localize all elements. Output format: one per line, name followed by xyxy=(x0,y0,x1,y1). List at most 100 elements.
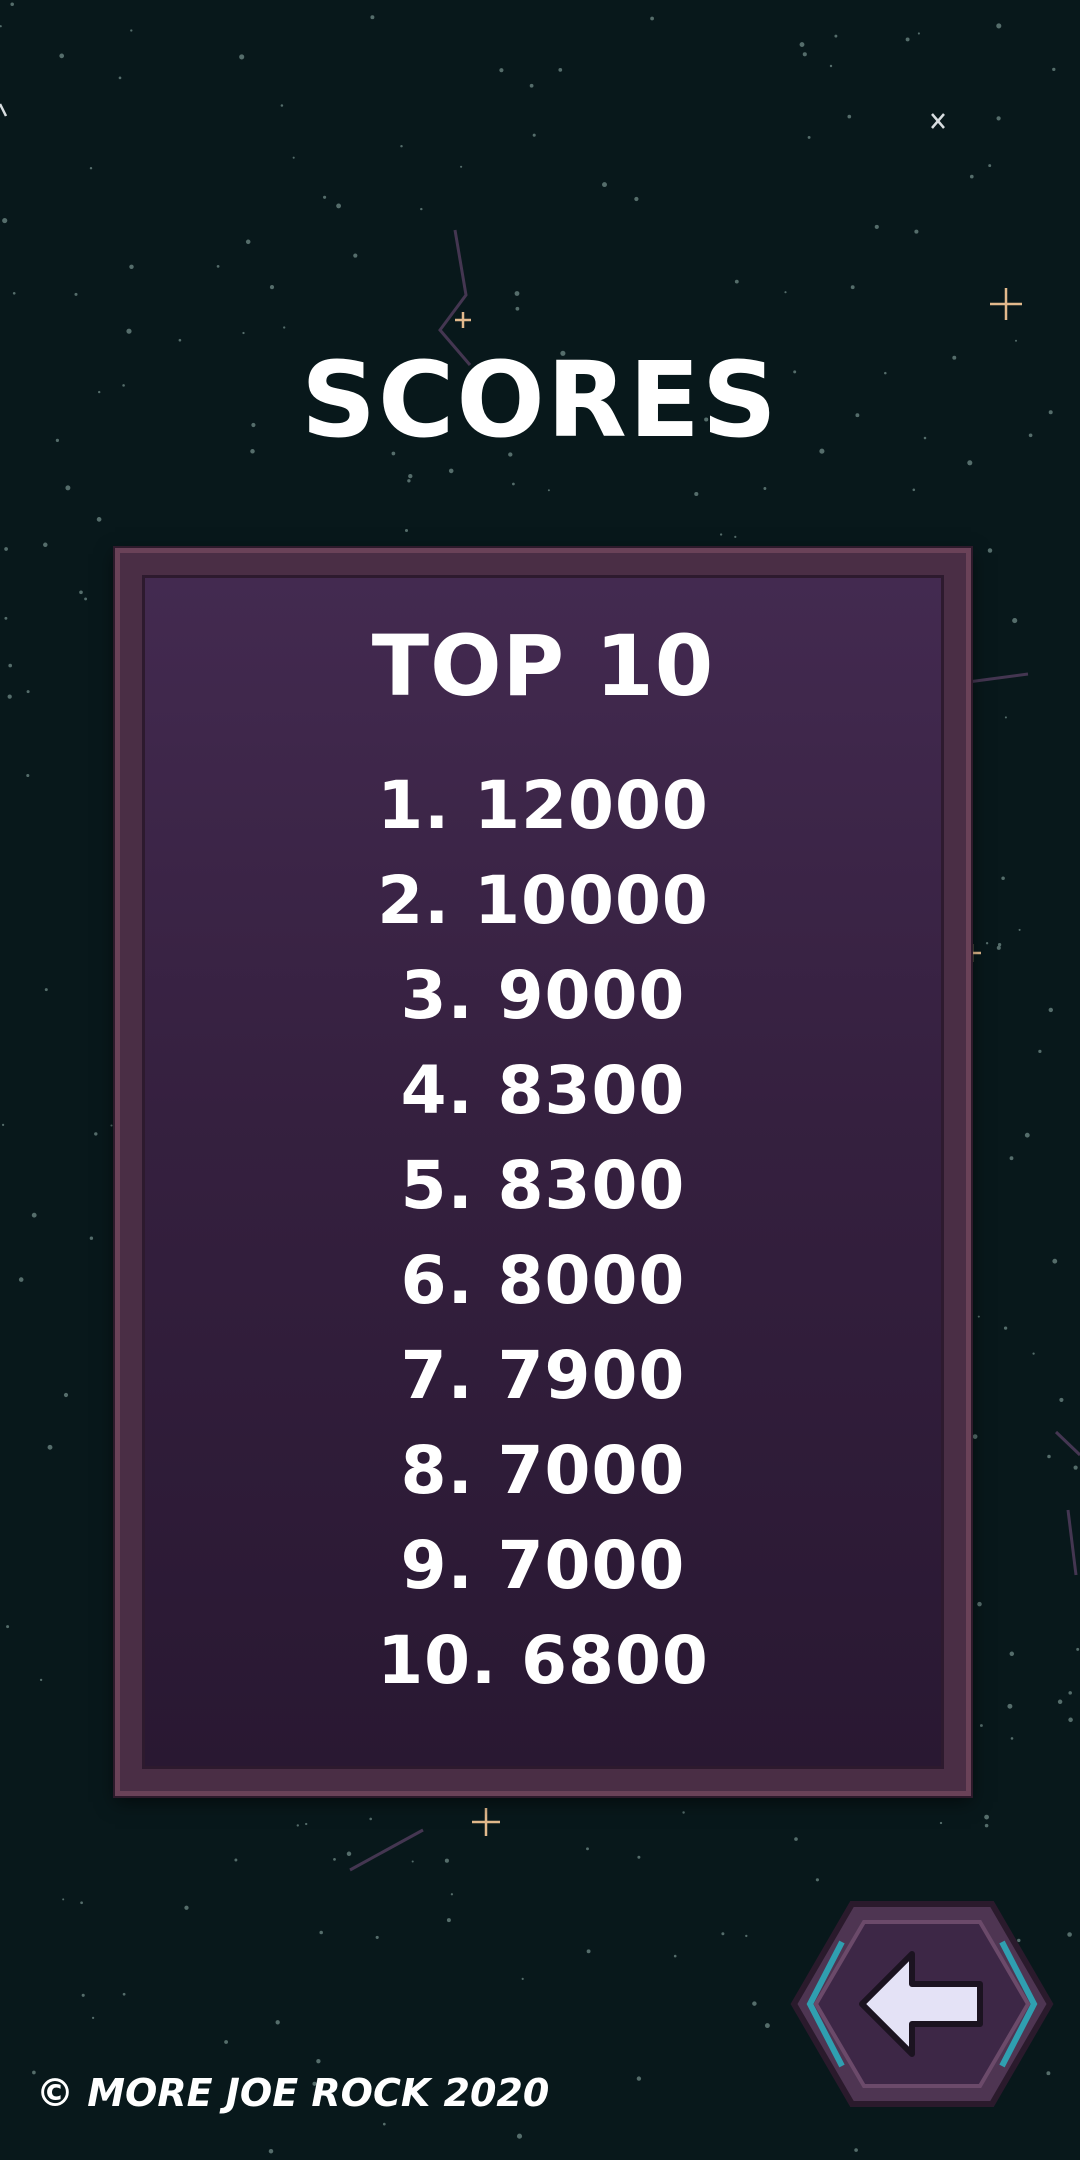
star-dot xyxy=(110,1124,113,1127)
back-button[interactable] xyxy=(790,1900,1054,2108)
star-dot xyxy=(997,943,1002,947)
star-dot xyxy=(988,164,992,168)
star-dot xyxy=(634,196,639,202)
star-dot xyxy=(79,590,83,595)
star-dot xyxy=(967,460,973,466)
star-dot xyxy=(1010,1737,1014,1740)
star-dot xyxy=(794,1837,798,1841)
score-entry: 2. 10000 xyxy=(377,862,709,939)
star-dot xyxy=(1076,1647,1080,1651)
star-dot xyxy=(1052,1258,1058,1264)
star-dot xyxy=(914,229,919,234)
star-dot xyxy=(979,1724,983,1727)
star-dot xyxy=(118,76,122,80)
star-dot xyxy=(96,517,102,522)
star-dot xyxy=(939,1821,943,1825)
star-dot xyxy=(636,2076,642,2081)
star-dot xyxy=(752,2001,757,2006)
star-dot xyxy=(283,326,286,329)
star-dot xyxy=(59,53,65,59)
star-dot xyxy=(234,1858,238,1862)
score-entry: 3. 9000 xyxy=(400,957,686,1034)
star-dot xyxy=(985,942,989,945)
star-dot xyxy=(673,1954,677,1958)
score-list: 1. 12000 2. 10000 3. 9000 4. 8300 5. 830… xyxy=(145,758,941,1708)
star-dot xyxy=(81,1993,85,1997)
star-dot xyxy=(18,1277,24,1282)
star-dot xyxy=(408,473,413,479)
star-dot xyxy=(420,207,423,211)
star-dot xyxy=(31,1212,37,1218)
star-dot xyxy=(815,1878,819,1882)
star-dot xyxy=(369,1817,372,1821)
star-dot xyxy=(65,485,71,491)
star-dot xyxy=(514,291,520,296)
star-dot xyxy=(12,291,16,295)
star-dot xyxy=(7,694,12,699)
back-button-frame xyxy=(790,1901,1054,2107)
star-dot xyxy=(996,116,1001,121)
star-dot xyxy=(63,1392,69,1398)
score-entry: 5. 8300 xyxy=(400,1147,686,1224)
star-dot xyxy=(4,547,8,551)
star-dot xyxy=(74,292,78,296)
star-dot xyxy=(305,1822,308,1826)
star-dot xyxy=(1059,1397,1064,1402)
star-dot xyxy=(829,64,833,68)
star-dot xyxy=(1024,1132,1030,1138)
star-dot xyxy=(336,203,342,209)
star-dot xyxy=(529,83,534,88)
leaderboard-panel: TOP 10 1. 12000 2. 10000 3. 9000 4. 8300… xyxy=(115,548,971,1796)
star-dot xyxy=(977,1601,982,1607)
star-dot xyxy=(996,23,1002,29)
star-dot xyxy=(521,1977,524,1980)
star-dot xyxy=(784,291,787,294)
star-dot xyxy=(275,2020,280,2025)
score-entry: 4. 8300 xyxy=(400,1052,686,1129)
star-dot xyxy=(586,1847,589,1851)
star-dot xyxy=(1009,1156,1014,1161)
leaderboard-heading: TOP 10 xyxy=(371,617,715,715)
star-dot xyxy=(516,2133,523,2139)
star-dot xyxy=(460,165,463,168)
score-entry: 6. 8000 xyxy=(400,1242,686,1319)
star-dot xyxy=(996,945,1001,950)
star-dot xyxy=(346,1851,352,1857)
star-dot xyxy=(444,1858,449,1863)
star-dot xyxy=(407,479,411,483)
star-dot xyxy=(1032,1352,1035,1355)
star-dot xyxy=(637,1855,641,1859)
star-dot xyxy=(216,265,220,268)
star-dot xyxy=(446,1918,451,1923)
star-dot xyxy=(375,1935,379,1939)
star-dot xyxy=(2,218,8,224)
star-dot xyxy=(547,489,550,492)
star-dot xyxy=(122,1992,126,1996)
star-dot xyxy=(512,482,515,486)
star-dot xyxy=(404,528,409,533)
copyright-text: © MORE JOE ROCK 2020 xyxy=(36,2071,550,2115)
star-dot xyxy=(917,32,920,35)
star-dot xyxy=(745,1934,748,1938)
star-dot xyxy=(532,133,536,137)
star-dot xyxy=(370,15,375,20)
star-dot xyxy=(984,1814,989,1820)
star-dot xyxy=(719,533,723,536)
star-dot xyxy=(850,285,855,290)
star-dot xyxy=(296,1824,299,1827)
star-dot xyxy=(91,2016,95,2020)
star-dot xyxy=(1068,1717,1073,1723)
star-dot xyxy=(874,224,879,229)
star-dot xyxy=(44,988,48,992)
star-dot xyxy=(1068,1691,1072,1695)
leaderboard-inner-panel: TOP 10 1. 12000 2. 10000 3. 9000 4. 8300… xyxy=(142,575,944,1769)
star-dot xyxy=(62,1898,65,1901)
star-dot xyxy=(0,25,2,28)
star-dot xyxy=(316,2059,321,2064)
star-dot xyxy=(184,1905,189,1910)
star-dot xyxy=(1067,1932,1072,1937)
star-dot xyxy=(242,331,245,335)
star-dot xyxy=(353,253,358,258)
star-dot xyxy=(682,1811,685,1814)
star-dot xyxy=(126,328,132,334)
